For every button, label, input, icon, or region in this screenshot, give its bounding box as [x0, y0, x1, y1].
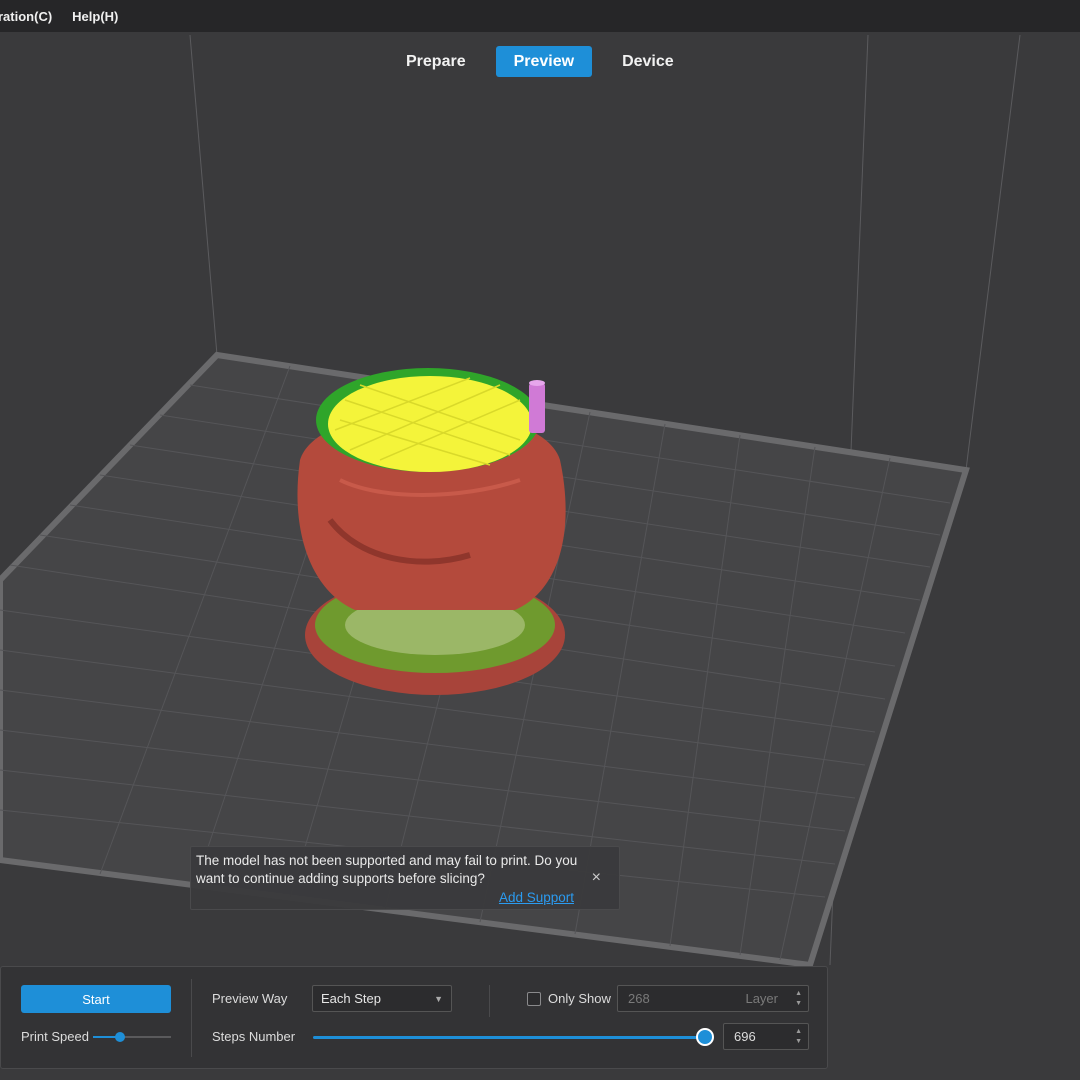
- steps-value: 696: [734, 1029, 756, 1044]
- steps-slider-handle[interactable]: [696, 1028, 714, 1046]
- nozzle-indicator: [529, 383, 545, 433]
- steps-number-slider[interactable]: [313, 1028, 714, 1046]
- tab-prepare[interactable]: Prepare: [388, 46, 484, 77]
- start-button[interactable]: Start: [21, 985, 171, 1013]
- preview-way-select[interactable]: Each Step ▼: [312, 985, 452, 1012]
- print-speed-slider[interactable]: [93, 1032, 171, 1042]
- preview-way-label: Preview Way: [212, 991, 288, 1006]
- tab-device[interactable]: Device: [604, 46, 692, 77]
- only-show-label: Only Show: [548, 991, 611, 1006]
- preview-control-panel: Start Print Speed Preview Way Each Step …: [0, 966, 828, 1069]
- steps-number-label: Steps Number: [212, 1029, 296, 1044]
- mode-tabs: Prepare Preview Device: [388, 46, 692, 77]
- chevron-down-icon: ▼: [434, 993, 443, 1004]
- notification-message: The model has not been supported and may…: [196, 853, 578, 886]
- add-support-link[interactable]: Add Support: [499, 889, 574, 907]
- build-plate-viewport[interactable]: [0, 0, 1080, 1080]
- tab-preview[interactable]: Preview: [495, 46, 593, 77]
- print-speed-slider-handle[interactable]: [115, 1032, 126, 1042]
- steps-spinbox[interactable]: 696 ▲ ▼: [723, 1023, 809, 1050]
- print-speed-label: Print Speed: [21, 1029, 89, 1044]
- support-warning-notification: The model has not been supported and may…: [190, 846, 620, 910]
- layer-suffix: Layer: [745, 991, 778, 1006]
- divider: [489, 985, 490, 1017]
- layer-spinbox[interactable]: 268 Layer ▲ ▼: [617, 985, 809, 1012]
- spin-arrows-icon[interactable]: ▲ ▼: [795, 989, 802, 1009]
- close-icon[interactable]: ×: [592, 869, 601, 887]
- only-show-checkbox[interactable]: [527, 992, 541, 1006]
- menu-help[interactable]: Help(H): [62, 9, 128, 24]
- layer-value: 268: [628, 991, 650, 1006]
- menu-bar: ration(C) Help(H): [0, 0, 1080, 32]
- spin-arrows-icon[interactable]: ▲ ▼: [795, 1027, 802, 1047]
- preview-way-value: Each Step: [321, 991, 381, 1006]
- divider: [191, 979, 192, 1057]
- menu-configuration[interactable]: ration(C): [0, 9, 62, 24]
- sliced-model: [297, 368, 566, 695]
